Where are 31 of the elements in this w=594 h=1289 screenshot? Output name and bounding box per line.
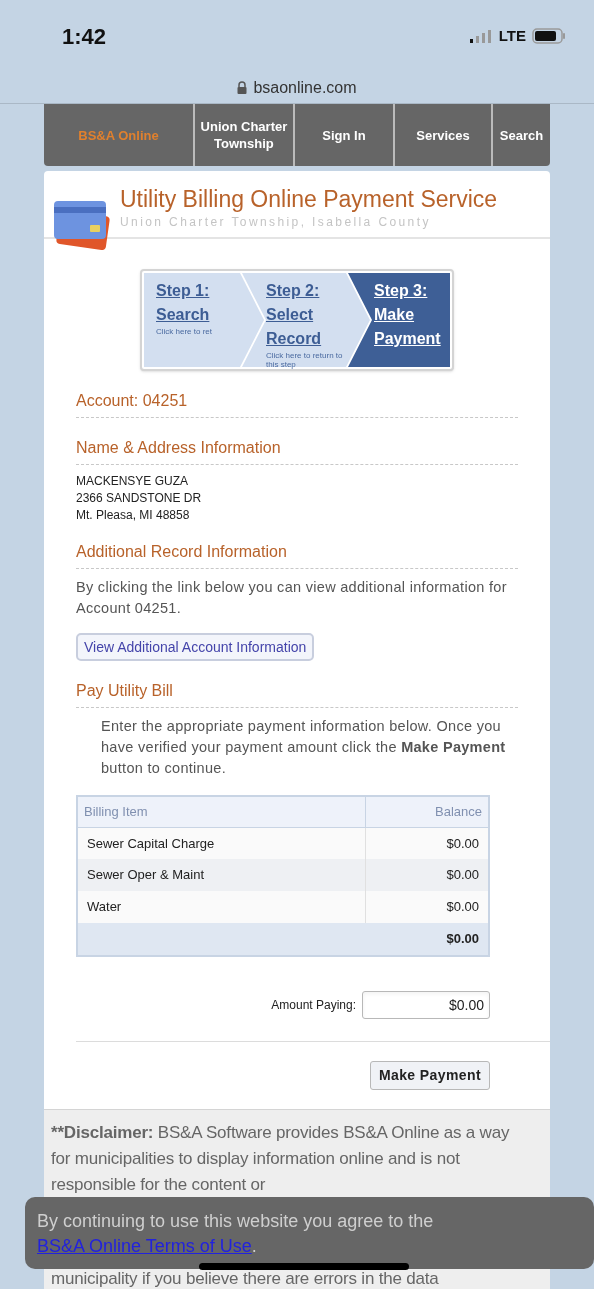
step-link[interactable]: Step 3: Make Payment [346, 273, 450, 367]
section-heading: Account: 04251 [76, 392, 188, 409]
address-line: 2366 SANDSTONE DR [76, 490, 203, 507]
section-heading: Additional Record Information [76, 543, 287, 560]
info-text: By clicking the link below you can view additional information for Account 04251. [76, 578, 508, 618]
nav-link[interactable]: Search [491, 104, 550, 166]
battery-icon [532, 28, 566, 44]
signal-icon [468, 29, 493, 43]
url-text: bsaonline.com [253, 77, 357, 98]
disclaimer-text: **Disclaimer: BS&A Software provides BS&A Online as a way for municipalities to display information online and is not responsible for the content or [51, 1122, 511, 1196]
amount-field[interactable]: $0.00 [362, 991, 490, 1019]
instructions-text: Enter the appropriate payment information below. Once you have verified your payment amount click the Make Payment button to continue. [100, 717, 507, 778]
section-heading: Pay Utility Bill [76, 682, 173, 699]
view-info-button[interactable]: View Additional Account Information [76, 633, 315, 661]
address-line: MACKENSYE GUZA [76, 473, 190, 490]
total-cell: $0.00 [77, 923, 489, 956]
section-heading: Name & Address Information [76, 439, 281, 456]
column-header: Billing Item [77, 796, 365, 827]
nav-link[interactable]: Sign In [292, 104, 393, 166]
page-subtitle: Union Charter Township, Isabella County [120, 214, 432, 231]
disclaimer-text: municipality if you believe there are errors in the data [51, 1270, 440, 1287]
status-time: 1:42 [62, 22, 107, 51]
nav-link[interactable]: Services [393, 104, 492, 166]
page-title: Utility Billing Online Payment Service [120, 185, 498, 213]
network-label: LTE [498, 25, 526, 46]
lock-icon [237, 81, 248, 94]
make-payment-button[interactable]: Make Payment [369, 1061, 490, 1090]
amount-label: Amount Paying: [271, 997, 356, 1014]
nav-link[interactable]: Union Charter Township [192, 104, 293, 166]
consent-text: By continuing to use this website you agree to the BS&A Online Terms of Use. [37, 1210, 435, 1258]
address-line: Mt. Pleasa, MI 48858 [76, 507, 191, 524]
